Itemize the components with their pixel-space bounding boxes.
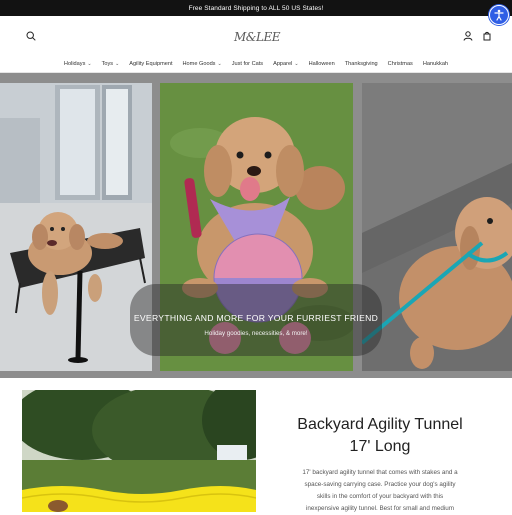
nav-label: Thanksgiving [344, 61, 378, 67]
cart-icon [483, 31, 491, 41]
dog-on-leash-image [362, 83, 512, 371]
hero-title: EVERYTHING AND MORE FOR YOUR FURRIEST FR… [133, 313, 379, 323]
nav-item-home-goods[interactable]: Home Goods ⌄ [183, 61, 222, 67]
feature-title-line-1: Backyard Agility Tunnel [297, 416, 463, 433]
cart-button[interactable] [481, 30, 493, 42]
search-icon [26, 31, 36, 41]
chevron-down-icon: ⌄ [87, 61, 92, 67]
nav-label: Home Goods [182, 61, 216, 67]
nav-item-apparel[interactable]: Apparel ⌄ [273, 61, 298, 67]
nav-label: Apparel [273, 61, 293, 67]
feature-title: Backyard Agility Tunnel 17' Long [270, 414, 490, 458]
nav-label: Halloween [308, 61, 335, 67]
feature-desc-line-3: skills in the comfort of your backyard w… [316, 493, 444, 500]
announcement-bar: Free Standard Shipping to ALL 50 US Stat… [0, 0, 512, 16]
feature-desc-line-2: space-saving carrying case. Practice you… [304, 481, 456, 488]
nav-item-just-for-cats[interactable]: Just for Cats [232, 61, 263, 67]
agility-tunnel-image[interactable] [22, 390, 256, 512]
accessibility-icon [494, 9, 504, 21]
nav-label: Toys [101, 61, 114, 67]
nav-item-hanukkah[interactable]: Hanukkah [423, 61, 448, 67]
accessibility-button[interactable] [489, 5, 509, 25]
site-header: M&LEE [0, 16, 512, 56]
nav-label: Hanukkah [422, 61, 449, 67]
tunnel-photo [22, 390, 256, 512]
chevron-down-icon: ⌄ [294, 61, 299, 67]
nav-item-toys[interactable]: Toys ⌄ [102, 61, 120, 67]
site-logo[interactable]: M&LEE [234, 26, 280, 48]
feature-title-line-2: 17' Long [349, 438, 411, 455]
chevron-down-icon: ⌄ [217, 61, 222, 67]
hero-subtitle: Holiday goodies, necessities, & more! [204, 330, 308, 337]
nav-item-thanksgiving[interactable]: Thanksgiving [345, 61, 378, 67]
search-button[interactable] [25, 30, 37, 42]
nav-item-holidays[interactable]: Holidays ⌄ [64, 61, 92, 67]
logo-text: M&LEE [234, 30, 280, 44]
feature-description: 17' backyard agility tunnel that comes w… [282, 467, 478, 515]
hero-photo-right [362, 83, 512, 371]
feature-desc-line-4: inexpensive agility tunnel. Best for sma… [305, 505, 455, 512]
nav-label: Just for Cats [231, 61, 264, 67]
nav-label: Christmas [387, 61, 413, 67]
nav-label: Holidays [63, 61, 86, 67]
announcement-text: Free Standard Shipping to ALL 50 US Stat… [188, 4, 324, 12]
account-icon [463, 31, 473, 41]
feature-desc-line-1: 17' backyard agility tunnel that comes w… [302, 469, 458, 476]
main-nav: Holidays ⌄ Toys ⌄ Agility Equipment Home G… [0, 56, 512, 72]
nav-item-agility-equipment[interactable]: Agility Equipment [129, 61, 172, 67]
chevron-down-icon: ⌄ [115, 61, 120, 67]
nav-item-halloween[interactable]: Halloween [309, 61, 335, 67]
nav-label: Agility Equipment [129, 61, 173, 67]
account-button[interactable] [462, 30, 474, 42]
nav-item-christmas[interactable]: Christmas [388, 61, 413, 67]
